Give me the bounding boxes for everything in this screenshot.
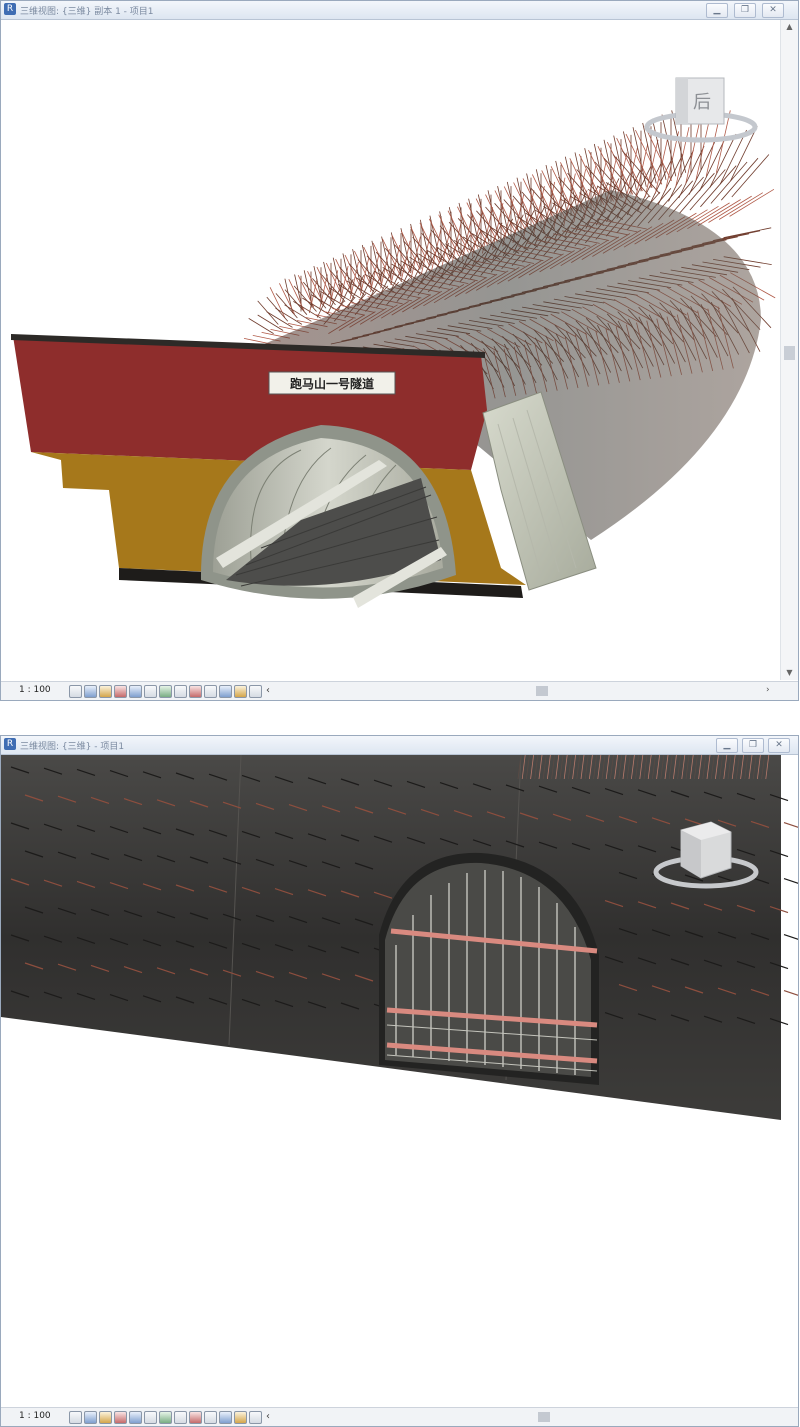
render-icon[interactable] [129,685,142,698]
temporary-hide-icon[interactable] [189,1411,202,1424]
rock-bolt [783,822,800,829]
window-2-title: 三维视图: {三维} - 项目1 [20,742,125,752]
show-crop-icon[interactable] [159,1411,172,1424]
portal-facade-upper [13,336,487,470]
rock-bolt [372,242,392,281]
rock-bolt [783,990,800,997]
view-tools-2: ‹ [69,1411,270,1424]
revit-app-icon: R [4,3,16,15]
detail-level-icon[interactable] [69,685,82,698]
lock-view-icon[interactable] [174,685,187,698]
rock-bolt [783,878,800,885]
minimize-button[interactable]: ▁ [716,738,738,753]
analytical-model-icon[interactable] [234,1411,247,1424]
close-button[interactable]: ✕ [762,3,784,18]
visual-style-icon[interactable] [84,1411,97,1424]
crop-view-icon[interactable] [144,1411,157,1424]
portal-sign-text: 跑马山一号隧道 [290,376,374,391]
close-button[interactable]: ✕ [768,738,790,753]
window-1-titlebar[interactable]: R 三维视图: {三维} 副本 1 - 项目1 ▁ ❐ ✕ [1,1,798,20]
rock-bolt [371,240,382,282]
scroll-thumb-vertical[interactable] [784,346,795,360]
rock-bolt [700,165,737,208]
rock-bolt [363,246,382,284]
rock-bolt [710,161,748,204]
scroll-up-icon[interactable]: ▲ [781,20,798,34]
reveal-hidden-icon[interactable] [204,1411,217,1424]
highlight-displacement-icon[interactable] [249,685,262,698]
rock-bolt [284,304,312,322]
portal-name-sign: 跑马山一号隧道 [268,371,396,395]
shadows-icon[interactable] [114,685,127,698]
viewcube-widget[interactable] [651,810,761,900]
rock-bolt [293,301,322,319]
detail-level-icon[interactable] [69,1411,82,1424]
scroll-thumb-horizontal[interactable] [538,1412,550,1422]
rock-bolt [723,227,772,239]
rock-bolt [718,192,764,220]
rock-bolt [248,318,274,334]
sun-path-icon[interactable] [99,685,112,698]
shadows-icon[interactable] [114,1411,127,1424]
rock-bolt [257,314,284,331]
3d-viewport-portal[interactable]: 跑马山一号隧道 后 [1,20,780,680]
temporary-hide-icon[interactable] [189,685,202,698]
view-tools-1: ‹ [69,685,270,698]
reveal-hidden-icon[interactable] [204,685,217,698]
rock-bolt [400,228,411,272]
rock-bolt [729,188,775,217]
minimize-button[interactable]: ▁ [706,3,728,18]
toolbar-collapse-icon[interactable]: ‹ [266,1411,270,1424]
rock-bolt [321,274,346,302]
rock-bolt [731,154,770,198]
rock-bolt [697,199,741,226]
rock-bolt [720,157,759,201]
window-2-titlebar[interactable]: R 三维视图: {三维} - 项目1 ▁ ❐ ✕ [1,736,798,755]
scroll-down-icon[interactable]: ▼ [781,666,798,680]
analytical-model-icon[interactable] [234,685,247,698]
view-window-2: R 三维视图: {三维} - 项目1 ▁ ❐ ✕ 1: 100 ‹ [0,735,800,1427]
highlight-displacement-icon[interactable] [249,1411,262,1424]
vertical-scrollbar-1[interactable]: ▲ ▼ [780,20,798,680]
window-1-title: 三维视图: {三维} 副本 1 - 项目1 [20,7,154,17]
viewcube-widget[interactable]: 后 [641,70,761,160]
viewcube-face-label[interactable]: 后 [693,92,711,113]
worksharing-icon[interactable] [219,1411,232,1424]
rock-bolt [783,934,800,941]
restore-button[interactable]: ❐ [734,3,756,18]
restore-button[interactable]: ❐ [742,738,764,753]
scroll-thumb-horizontal[interactable] [536,686,548,696]
scale-selector[interactable]: 1 : 100 [19,685,51,695]
show-crop-icon[interactable] [159,685,172,698]
crop-view-icon[interactable] [144,685,157,698]
sun-path-icon[interactable] [99,1411,112,1424]
scale-selector[interactable]: 1 : 100 [19,1411,51,1421]
rock-bolt [708,195,752,223]
view-control-bar-2: 1 : 100 ‹ [1,1407,798,1426]
worksharing-icon[interactable] [219,685,232,698]
revit-app-icon: R [4,738,16,750]
3d-viewport-tunnel[interactable] [1,754,800,1405]
visual-style-icon[interactable] [84,685,97,698]
view-control-bar-1: 1 : 100 ‹ › [1,681,798,700]
view-window-1: R 三维视图: {三维} 副本 1 - 项目1 ▁ ❐ ✕ 跑马山一号隧道 后 … [0,0,799,701]
rock-bolt [275,307,303,325]
lock-view-icon[interactable] [174,1411,187,1424]
render-icon[interactable] [129,1411,142,1424]
rock-bolt [266,311,293,328]
rock-bolt [487,190,500,240]
rock-bolt [494,190,518,236]
rock-bolt [390,232,402,275]
toolbar-collapse-icon[interactable]: ‹ [266,685,270,698]
rock-bolt [302,297,331,316]
scroll-right-icon[interactable]: › [766,685,770,695]
rock-bolt [689,169,726,211]
